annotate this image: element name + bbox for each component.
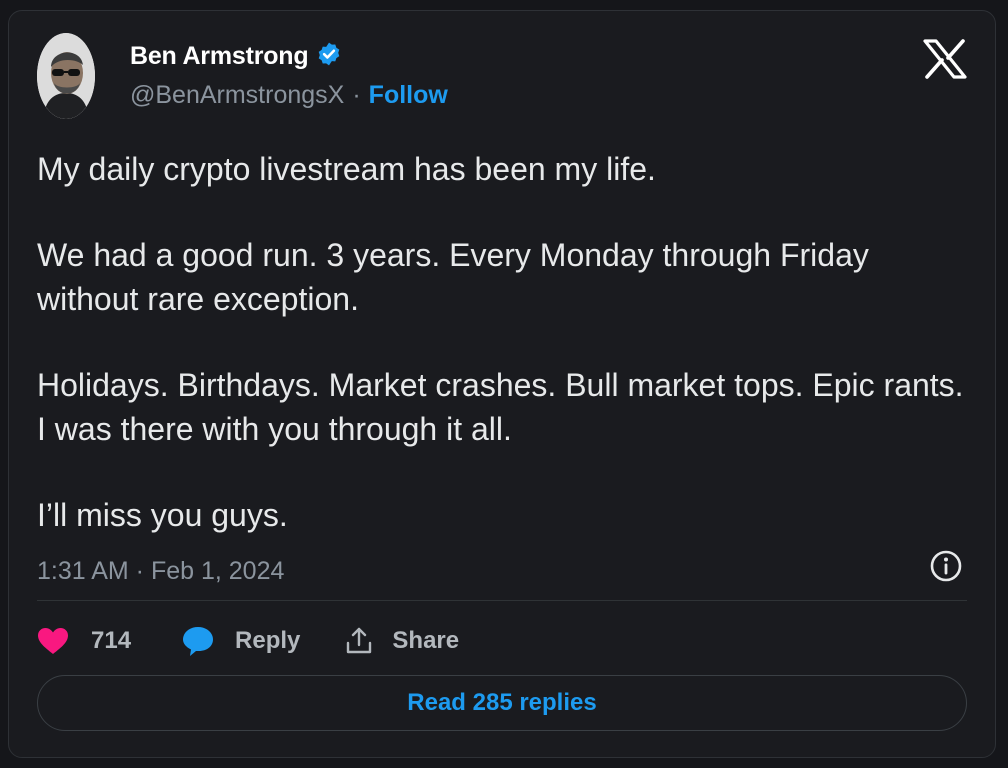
avatar[interactable] [37,33,95,119]
reply-label: Reply [235,627,301,654]
author-handle-row: @BenArmstrongsX · Follow [130,81,448,110]
separator-dot: · [352,81,361,109]
tweet-timestamp[interactable]: 1:31 AM · Feb 1, 2024 [37,557,284,586]
info-icon[interactable] [929,549,963,583]
follow-button[interactable]: Follow [369,81,448,110]
like-count: 714 [91,627,132,654]
x-logo-icon[interactable] [923,39,967,79]
verified-badge-icon [316,41,342,72]
share-button[interactable]: Share [344,626,459,656]
reply-button[interactable]: Reply [181,625,344,657]
author-handle[interactable]: @BenArmstrongsX [130,81,344,110]
read-replies-button[interactable]: Read 285 replies [37,675,967,731]
share-label: Share [392,627,460,654]
tweet-paragraph: My daily crypto livestream has been my l… [37,151,656,187]
tweet-text: My daily crypto livestream has been my l… [37,147,972,579]
like-button[interactable]: 714 [37,627,181,655]
tweet-paragraph: Holidays. Birthdays. Market crashes. Bul… [37,367,964,447]
tweet-paragraph: I’ll miss you guys. [37,497,288,533]
tweet-actions: 714 Reply Share [37,617,459,665]
tweet-card: Ben Armstrong @BenArmstrongsX · Follow M… [8,10,996,758]
share-icon [344,626,374,656]
divider [37,600,967,601]
speech-bubble-icon [181,625,215,657]
author-name-row: Ben Armstrong [130,41,342,72]
author-name[interactable]: Ben Armstrong [130,42,309,71]
heart-icon [37,627,69,655]
tweet-paragraph: We had a good run. 3 years. Every Monday… [37,237,869,317]
